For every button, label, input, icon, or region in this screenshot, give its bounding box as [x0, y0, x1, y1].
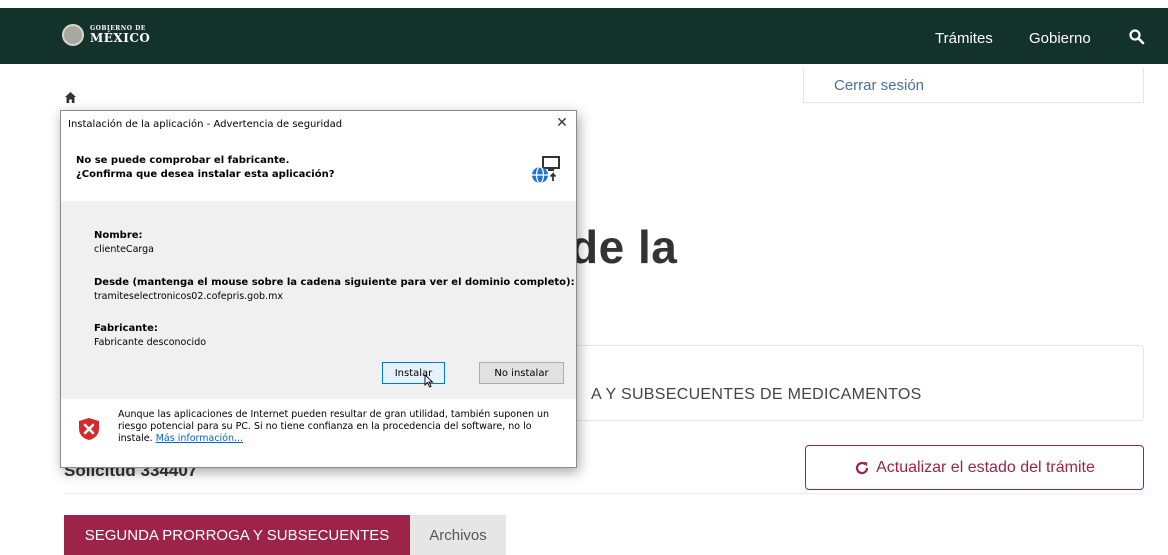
heading-line-1: No se puede comprobar el fabricante.: [76, 155, 290, 166]
publisher-value: Fabricante desconocido: [94, 337, 207, 348]
dialog-heading: No se puede comprobar el fabricante. ¿Co…: [76, 154, 335, 182]
seal-icon: [62, 24, 84, 46]
top-navbar: GOBIERNO DE MÉXICO Trámites Gobierno: [0, 0, 1168, 64]
dialog-title: Instalación de la aplicación - Advertenc…: [68, 119, 343, 130]
divider: [64, 493, 1144, 494]
tramite-name: A Y SUBSECUENTES DE MEDICAMENTOS: [591, 386, 922, 403]
account-panel: Cerrar sesión: [803, 68, 1144, 103]
home-icon[interactable]: [64, 91, 77, 104]
page-title: de la: [570, 221, 678, 273]
warning-text: Aunque las aplicaciones de Internet pued…: [118, 409, 568, 445]
nav-link-tramites[interactable]: Trámites: [935, 30, 993, 47]
logout-link[interactable]: Cerrar sesión: [834, 77, 924, 94]
logo-bottom-text: MÉXICO: [90, 31, 151, 45]
more-info-link[interactable]: Más información...: [156, 433, 243, 444]
gobierno-mexico-logo[interactable]: GOBIERNO DE MÉXICO: [62, 24, 150, 46]
shield-error-icon: [79, 418, 99, 440]
dialog-warning-footer: Aunque las aplicaciones de Internet pued…: [61, 399, 576, 467]
refresh-label: Actualizar el estado del trámite: [876, 458, 1095, 476]
search-icon[interactable]: [1128, 28, 1146, 46]
close-icon[interactable]: ✕: [553, 114, 571, 132]
nav-link-gobierno[interactable]: Gobierno: [1029, 30, 1091, 47]
name-value: clienteCarga: [94, 244, 154, 255]
name-label: Nombre:: [94, 230, 143, 241]
heading-line-2: ¿Confirma que desea instalar esta aplica…: [76, 169, 335, 180]
from-label: Desde (mantenga el mouse sobre la cadena…: [94, 277, 575, 288]
refresh-icon: [856, 461, 869, 474]
refresh-status-button[interactable]: Actualizar el estado del trámite: [805, 445, 1144, 490]
publisher-label: Fabricante:: [94, 323, 158, 334]
from-value[interactable]: tramiteselectronicos02.cofepris.gob.mx: [94, 291, 283, 302]
no-install-button[interactable]: No instalar: [479, 362, 564, 384]
security-warning-dialog: Instalación de la aplicación - Advertenc…: [60, 110, 577, 468]
install-button[interactable]: Instalar: [382, 362, 445, 384]
tab-segunda-prorroga[interactable]: SEGUNDA PRORROGA Y SUBSECUENTES: [64, 515, 410, 555]
install-globe-icon: [532, 156, 560, 184]
mouse-cursor-icon: [424, 374, 434, 388]
tab-archivos[interactable]: Archivos: [410, 515, 506, 555]
